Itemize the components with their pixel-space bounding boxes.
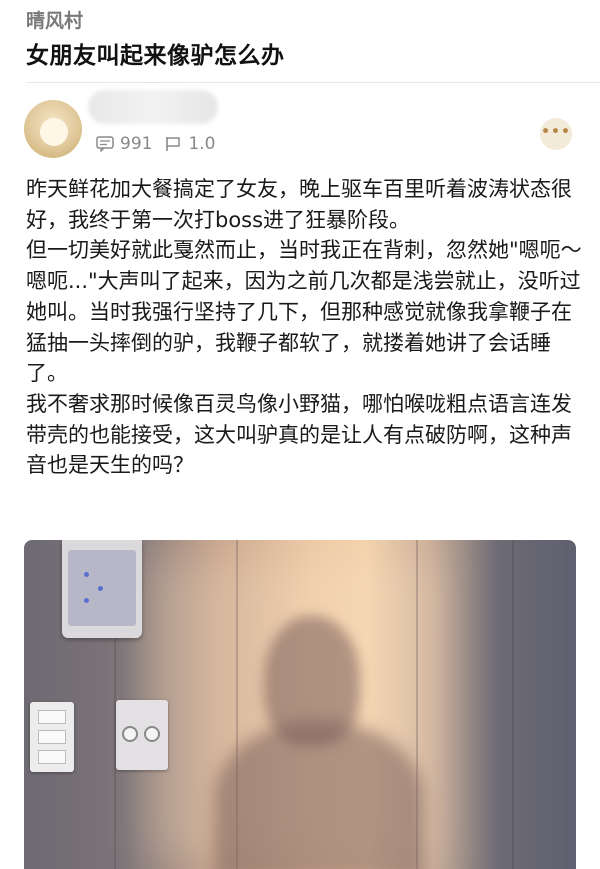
author-avatar[interactable] xyxy=(24,100,82,158)
post-title: 女朋友叫起来像驴怎么办 xyxy=(26,43,285,69)
post-photo[interactable] xyxy=(24,540,576,869)
body-paragraph: 我不奢求那时候像百灵鸟像小野猫，哪怕喉咙粗点语言连发带壳的也能接受，这大叫驴真的… xyxy=(26,391,572,478)
body-paragraph: 但一切美好就此戛然而止，当时我正在背刺，忽然她"嗯呃～嗯呃..."大声叫了起来，… xyxy=(26,238,582,386)
post-body: 昨天鲜花加大餐搞定了女友，晚上驱车百里听着波涛状态很好，我终于第一次打boss进… xyxy=(26,174,586,481)
wall-seam xyxy=(512,540,514,869)
wall-thermostat xyxy=(62,540,142,638)
indicator-dot xyxy=(84,572,89,577)
switch-key xyxy=(38,710,66,724)
rating-value: 1.0 xyxy=(188,134,216,154)
room-control-panel xyxy=(116,700,168,770)
divider xyxy=(26,82,600,83)
body-paragraph: 昨天鲜花加大餐搞定了女友，晚上驱车百里听着波涛状态很好，我终于第一次打boss进… xyxy=(26,177,572,232)
switch-key xyxy=(38,730,66,744)
avatar-face xyxy=(40,118,68,146)
author-name-blurred[interactable] xyxy=(88,90,218,124)
thermostat-screen xyxy=(68,550,136,626)
light-switch xyxy=(30,702,74,772)
community-name[interactable]: 晴风村 xyxy=(26,6,83,33)
control-knob xyxy=(144,726,160,742)
flag-icon xyxy=(166,137,181,151)
post-stats: 991 1.0 xyxy=(96,134,228,154)
person-shadow-head xyxy=(264,616,360,746)
indicator-dot xyxy=(98,586,103,591)
more-dots-icon: ••• xyxy=(541,124,571,140)
comment-count: 991 xyxy=(120,134,153,154)
indicator-dot xyxy=(84,598,89,603)
control-knob xyxy=(122,726,138,742)
comment-icon xyxy=(96,136,114,152)
switch-key xyxy=(38,750,66,764)
more-options-button[interactable]: ••• xyxy=(540,118,572,150)
